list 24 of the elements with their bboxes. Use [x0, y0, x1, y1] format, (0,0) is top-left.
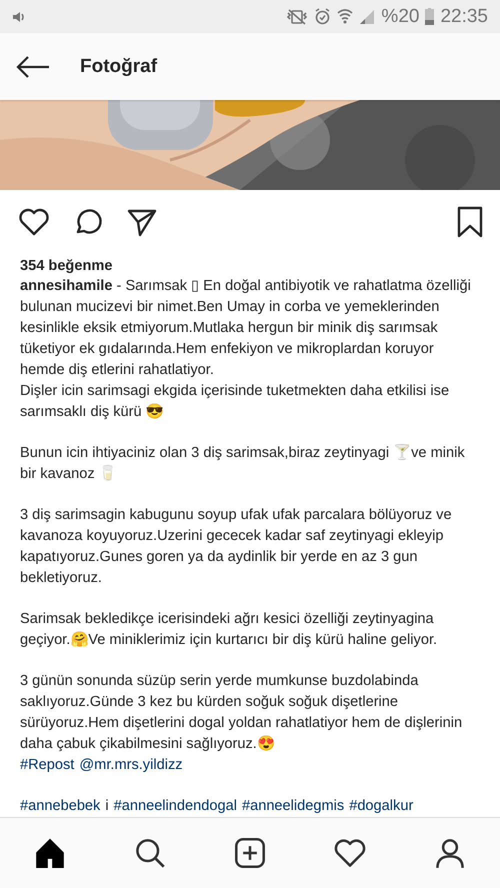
- caption-text: 3 diş sarimsagin kabugunu soyup ufak ufak parcalara bölüyoruz ve kavanoza koyuyoruz.Uzerini gececek kadar saf zeytinyagi ekleyip kapatıyoruz.Gunes goren ya da aydinlik bir yerde en az 3 gun bekletiyoruz.: [20, 506, 453, 588]
- caption-text: annesihamile - Sarımsak ▯ En doğal antibiyotik ve rahatlatma özelliği bulunan mucizevi bir nimet.Ben Umay in corba ve yemeklerinden kesinlikle eksik etmiyorum.Mutlaka hergun bir minik diş sarımsak tüketiyor ek gıdalarında.Hem enfekiyon ve mikroplardan koruyor hemde diş etlerini rahatlatiyor. Dişler icin sarimsagi ekgida içerisinde tuketmekten daha etkilisi ise sarımsaklı diş kürü 😎: [20, 277, 472, 422]
- back-button[interactable]: [16, 54, 50, 78]
- battery-percent: %20: [381, 7, 420, 26]
- hashtag-link[interactable]: #dogalkur: [349, 796, 414, 817]
- alarm-icon: [314, 8, 332, 25]
- like-button[interactable]: [18, 206, 50, 238]
- hashtag-link[interactable]: #annebebek: [20, 796, 100, 817]
- volume-icon: [12, 10, 26, 24]
- hashtag-link[interactable]: #anneelidegmis: [242, 796, 344, 817]
- hashtag-link[interactable]: #Repost: [20, 755, 74, 776]
- caption-text: i: [105, 797, 109, 816]
- clock: 22:35: [440, 7, 488, 26]
- hashtag-link[interactable]: #anneelindendogal: [114, 796, 237, 817]
- caption-text: 3 günün sonunda süzüp serin yerde mumkunse buzdolabinda saklıyoruz.Günde 3 kez bu kürden soğuk soğuk dişetlerine sürüyoruz.Hem dişetlerini dogal yoldan rahatlatiyor hem de dişlerinin daha çabuk çikabilmesini sağlıyoruz.😍: [20, 672, 464, 754]
- vibrate-off-icon: [286, 8, 308, 24]
- wifi-icon: [337, 8, 354, 25]
- like-count[interactable]: 354 beğenme: [20, 258, 480, 274]
- signal-icon: [359, 8, 376, 24]
- caption-text: Bunun icin ihtiyaciniz olan 3 diş sarimsak,biraz zeytinyagi 🍸ve minik bir kavanoz 🥛: [20, 443, 466, 484]
- caption-text: Sarimsak bekledikçe icerisindeki ağrı kesici özelliği zeytinyagina geçiyor.🤗Ve miniklerimiz için kurtarıcı bir diş kürü haline geliyor.: [20, 610, 438, 650]
- mention-link[interactable]: @mr.mrs.yildizz: [79, 755, 183, 776]
- battery-icon: [425, 8, 434, 25]
- page-title: Fotoğraf: [80, 56, 158, 78]
